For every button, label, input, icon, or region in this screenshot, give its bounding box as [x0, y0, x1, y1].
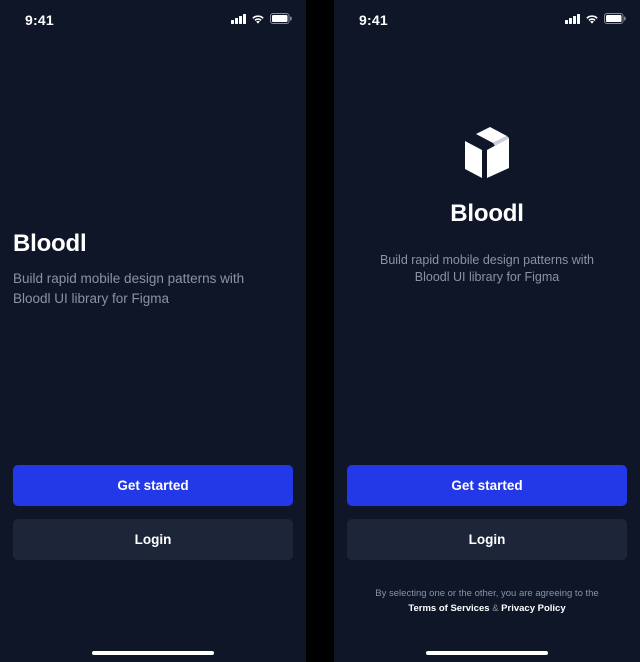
- cellular-signal-icon: [231, 13, 246, 24]
- status-icons: [565, 13, 626, 24]
- home-indicator: [426, 651, 548, 655]
- login-button[interactable]: Login: [13, 519, 293, 560]
- wifi-icon: [585, 14, 599, 24]
- battery-icon: [604, 13, 626, 24]
- login-button[interactable]: Login: [347, 519, 627, 560]
- status-bar: 9:41: [334, 0, 640, 40]
- battery-icon: [270, 13, 292, 24]
- cube-icon: [462, 126, 512, 180]
- status-time: 9:41: [359, 12, 388, 28]
- app-tagline: Build rapid mobile design patterns with …: [13, 271, 245, 306]
- onboarding-screen-left: 9:41 Bloodl Build rapid mobile design pa…: [0, 0, 306, 662]
- consent-message: By selecting one or the other, you are a…: [375, 588, 599, 599]
- canvas: 9:41 Bloodl Build rapid mobile design pa…: [0, 0, 640, 662]
- consent-text: By selecting one or the other, you are a…: [354, 586, 620, 616]
- home-indicator: [92, 651, 214, 655]
- consent-separator: &: [492, 603, 499, 614]
- app-title: Bloodl: [13, 230, 87, 257]
- app-tagline: Build rapid mobile design patterns with …: [379, 253, 594, 284]
- cellular-signal-icon: [565, 13, 580, 24]
- terms-of-services-link[interactable]: Terms of Services: [408, 603, 489, 614]
- status-bar: 9:41: [0, 0, 306, 40]
- status-icons: [231, 13, 292, 24]
- onboarding-screen-right: 9:41 Bloodl Build rapid mobile design pa…: [334, 0, 640, 662]
- privacy-policy-link[interactable]: Privacy Policy: [501, 603, 565, 614]
- get-started-button[interactable]: Get started: [347, 465, 627, 506]
- status-time: 9:41: [25, 12, 54, 28]
- wifi-icon: [251, 14, 265, 24]
- get-started-button[interactable]: Get started: [13, 465, 293, 506]
- app-title: Bloodl: [450, 200, 524, 227]
